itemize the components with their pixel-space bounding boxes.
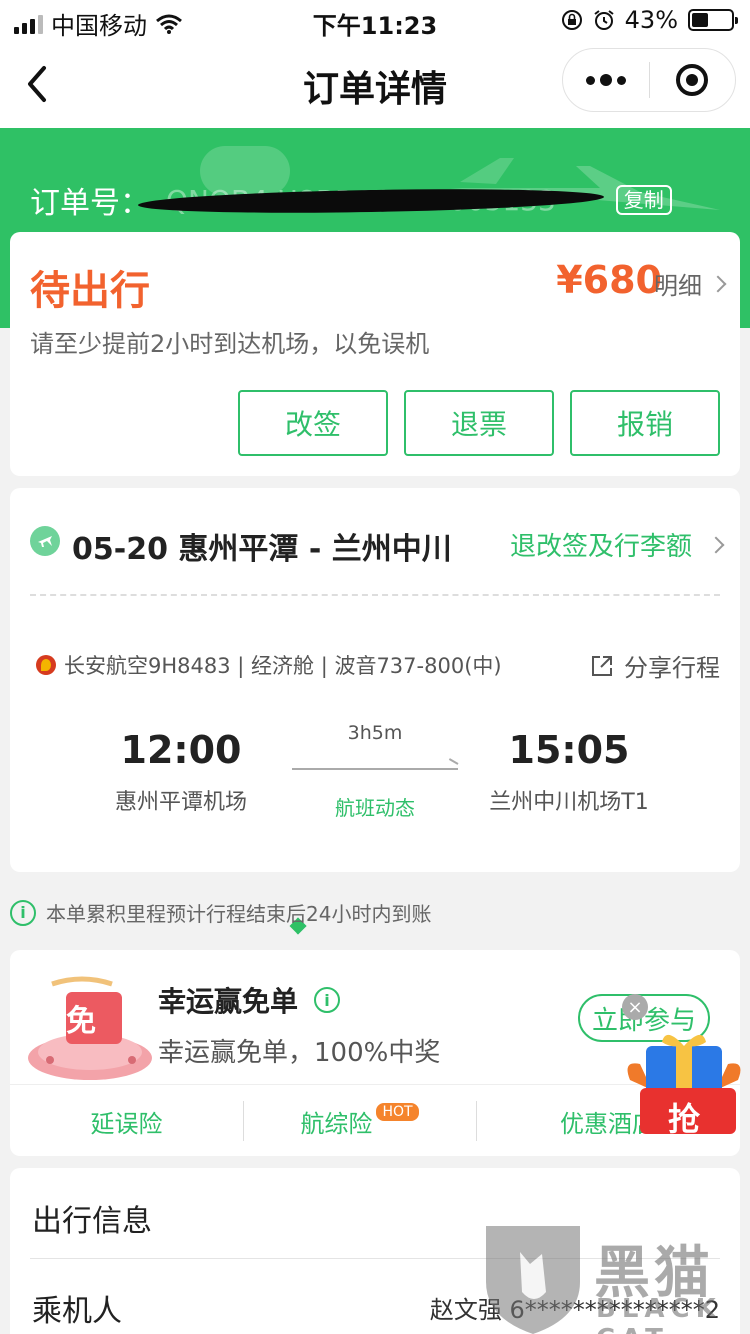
flight-card: 05-20 惠州平潭 - 兰州中川 退改签及行李额 长安航空9H8483 | 经… [10,488,740,935]
free-badge: 免 [66,1004,96,1039]
refund-button[interactable]: 退票 [404,390,554,456]
promo-subtitle: 幸运赢免单，100%中奖 [158,1038,441,1068]
copy-button[interactable]: 复制 [615,185,672,215]
battery-percent: 43% [624,6,678,34]
order-status: 待出行 [30,268,150,314]
nav-bar: 订单详情 [0,40,750,128]
battery-icon [688,9,738,31]
flight-status-link[interactable]: 航班动态 [289,792,458,935]
flight-route: 05-20 惠州平潭 - 兰州中川 [72,532,452,567]
delay-insurance-tab[interactable]: 延误险 [10,1085,243,1157]
promo-info-icon[interactable]: i [314,987,341,1013]
reimburse-button[interactable]: 报销 [570,390,720,456]
rotation-lock-icon [561,10,582,30]
hot-badge: HOT [376,1103,419,1121]
flight-duration: 3h5m [347,722,403,744]
more-dots-icon[interactable] [563,49,649,111]
order-number-row: 订单号： QNOB4 H8BD10H57005133 复制 [30,178,672,222]
baggage-rules-link[interactable]: 退改签及行李额 [509,526,725,563]
cat-shield-icon [486,1226,580,1334]
arrival-airport: 兰州中川机场T1 [489,790,649,815]
flight-status-label: 航班动态 [335,796,415,820]
order-number-value: QNOB4 H8BD10H57005133 [137,184,604,217]
mini-program-capsule [562,48,736,112]
floating-gift-button[interactable]: 抢 [622,1020,746,1138]
baggage-rules-label: 退改签及行李额 [509,532,692,562]
grab-label: 抢 [668,1100,701,1138]
chevron-right-icon [707,536,725,553]
travel-info-title: 出行信息 [32,1204,152,1239]
info-icon: i [10,899,36,926]
flight-arrow [292,768,458,770]
battery-fill [692,13,709,27]
black-cat-watermark: 黑猫 BLACK CAT [480,1222,750,1334]
dashed-divider [30,594,720,596]
order-status-card: 待出行 ¥680 明细 请至少提前2小时到达机场，以免误机 改签 退票 报销 [10,232,740,476]
mileage-note-text: 本单累积里程预计行程结束后24小时内到账 [46,902,432,926]
watermark-subtext: BLACK CAT [596,1294,722,1334]
airline-info: 长安航空9H8483 | 经济舱 | 波音737-800(中) [64,654,502,678]
order-number-label: 订单号： [30,186,150,221]
chevron-right-icon [709,275,727,292]
comprehensive-insurance-label: 航综险 [300,1109,373,1138]
change-ticket-button[interactable]: 改签 [238,390,388,456]
airline-info-row: 长安航空9H8483 | 经济舱 | 波音737-800(中) [36,650,502,680]
passenger-label: 乘机人 [32,1294,122,1329]
departure-airport: 惠州平谭机场 [114,790,247,815]
share-itinerary-button[interactable]: 分享行程 [590,648,720,683]
alarm-icon [594,10,614,30]
comprehensive-insurance-tab[interactable]: 航综险 HOT [243,1085,476,1157]
order-price: ¥680 [556,258,662,302]
promo-title: 幸运赢免单 [158,985,299,1018]
promo-title-row: 幸运赢免单 i [158,980,341,1020]
status-bar: 中国移动 下午11:23 43% [0,0,750,40]
share-icon [592,655,612,676]
mileage-note: i 本单累积里程预计行程结束后24小时内到账 [10,898,431,927]
price-detail-link[interactable]: 明细 [654,266,727,301]
arrival-hint: 请至少提前2小时到达机场，以免误机 [30,330,430,358]
arrival-time: 15:05 [508,728,630,772]
plane-icon [30,526,60,556]
airline-logo-icon [36,655,56,675]
close-promo-icon[interactable]: × [622,994,648,1020]
delay-insurance-label: 延误险 [90,1109,163,1138]
share-label: 分享行程 [624,654,720,682]
price-detail-label: 明细 [654,272,702,300]
status-bar-right: 43% [561,6,738,34]
departure-time: 12:00 [120,728,242,772]
close-mini-program-icon[interactable] [650,49,736,111]
